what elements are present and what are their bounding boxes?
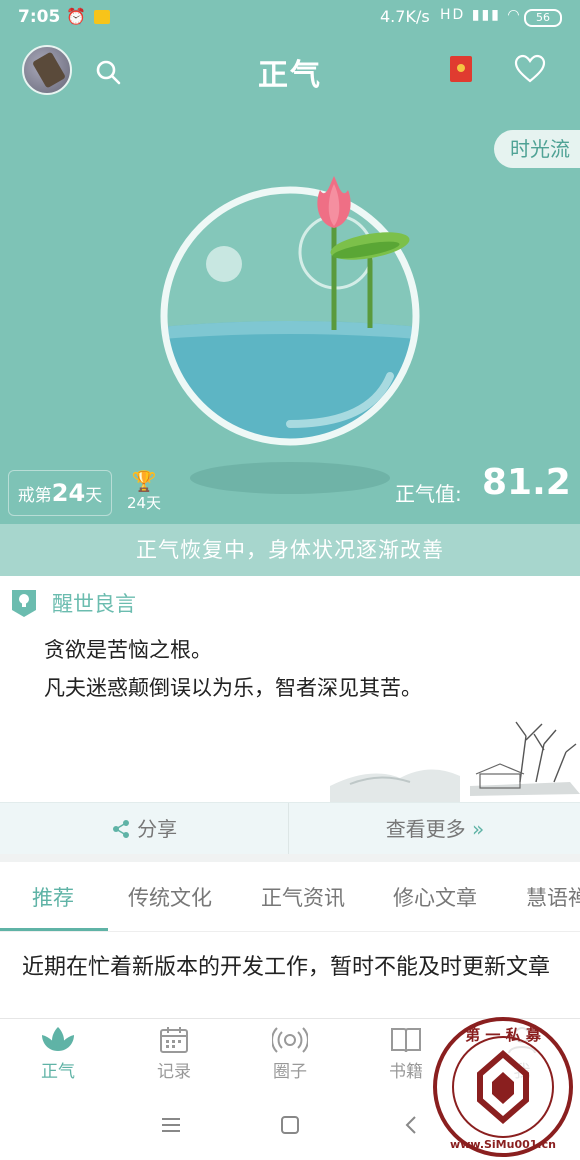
nav-circle[interactable]: 圈子 xyxy=(250,1025,330,1082)
nav-label: 正气 xyxy=(41,1062,75,1082)
see-more-label: 查看更多 xyxy=(385,817,466,841)
streak-prefix: 戒第 xyxy=(17,486,52,506)
best-record[interactable]: 🏆 24天 xyxy=(124,470,164,513)
zq-label: 正气值: xyxy=(395,482,462,506)
quote-heading: 醒世良言 xyxy=(52,592,136,616)
category-tabs: 推荐 传统文化 正气资讯 修心文章 慧语禅 xyxy=(0,862,580,932)
section-divider xyxy=(0,854,580,862)
tab-zen-quotes[interactable]: 慧语禅 xyxy=(526,882,580,912)
lotus-bowl-illustration xyxy=(160,176,420,494)
streak-days-badge[interactable]: 戒第24天 xyxy=(8,470,112,516)
article-item[interactable]: 近期在忙着新版本的开发工作，暂时不能及时更新文章 xyxy=(22,952,562,984)
nav-label: 书籍 xyxy=(389,1062,423,1082)
status-time: 7:05 xyxy=(18,7,61,27)
tab-news[interactable]: 正气资讯 xyxy=(261,882,345,912)
time-flow-button[interactable]: 时光流 xyxy=(494,130,580,168)
calendar-icon xyxy=(160,1027,188,1053)
red-packet-icon[interactable] xyxy=(450,56,472,82)
tab-articles[interactable]: 修心文章 xyxy=(393,882,477,912)
quote-line: 凡夫迷惑颠倒误以为乐，智者深见其苦。 xyxy=(44,676,422,700)
net-speed: 4.7K/s xyxy=(380,7,430,26)
avatar[interactable] xyxy=(22,45,72,95)
alarm-icon: ⏰ xyxy=(66,7,86,26)
broadcast-icon xyxy=(272,1027,308,1053)
battery-level: 56 xyxy=(536,11,550,24)
nav-zhengqi[interactable]: 正气 xyxy=(18,1025,98,1082)
svg-text:第 一 私 募: 第 一 私 募 xyxy=(465,1026,542,1044)
quote-actions: 分享 查看更多 » xyxy=(0,802,580,855)
nav-label: 记录 xyxy=(157,1062,191,1082)
hero-panel: 时光流 戒第24天 🏆 24天 正气值: 81.2 xyxy=(0,104,580,524)
signal-icon: HD ▮▮▮ ◠ xyxy=(440,7,522,23)
home-icon[interactable] xyxy=(275,1112,305,1138)
status-message: 正气恢复中，身体状况逐渐改善 xyxy=(0,524,580,576)
streak-days: 24 xyxy=(51,479,86,507)
notification-app-icon xyxy=(94,10,110,24)
share-label: 分享 xyxy=(137,817,178,841)
tab-traditional-culture[interactable]: 传统文化 xyxy=(128,882,212,912)
signal-label: HD xyxy=(440,7,466,23)
share-button[interactable]: 分享 xyxy=(0,803,289,855)
search-icon[interactable] xyxy=(94,58,122,86)
double-chevron-right-icon: » xyxy=(472,817,485,841)
battery-icon: 56 xyxy=(524,9,562,27)
see-more-button[interactable]: 查看更多 » xyxy=(290,803,580,855)
nav-label: 圈子 xyxy=(273,1062,307,1082)
app-header: 正气 xyxy=(0,36,580,104)
zq-value: 81.2 xyxy=(482,462,571,503)
tab-recommended[interactable]: 推荐 xyxy=(32,882,74,912)
back-icon[interactable] xyxy=(396,1112,426,1138)
best-days: 24天 xyxy=(126,494,162,512)
streak-suffix: 天 xyxy=(85,486,103,506)
quote-line: 贪欲是苦恼之根。 xyxy=(44,638,212,662)
heart-icon[interactable] xyxy=(514,54,546,84)
watermark-seal: 第 一 私 募 www.SiMu001.cn xyxy=(433,1017,573,1157)
lotus-icon xyxy=(42,1027,74,1051)
menu-icon[interactable] xyxy=(156,1112,186,1138)
quote-card: 醒世良言 贪欲是苦恼之根。 凡夫迷惑颠倒误以为乐，智者深见其苦。 xyxy=(0,576,580,802)
share-icon xyxy=(112,820,129,838)
tab-indicator xyxy=(0,928,108,931)
ink-landscape-illustration xyxy=(330,721,580,802)
nav-records[interactable]: 记录 xyxy=(134,1025,214,1082)
trophy-icon: 🏆 xyxy=(131,469,157,493)
book-icon xyxy=(391,1028,421,1053)
status-bar: 7:05 ⏰ 4.7K/s HD ▮▮▮ ◠ 56 xyxy=(0,0,580,36)
lightbulb-tag-icon xyxy=(12,590,36,617)
svg-text:www.SiMu001.cn: www.SiMu001.cn xyxy=(450,1138,556,1151)
page-title: 正气 xyxy=(258,58,322,93)
